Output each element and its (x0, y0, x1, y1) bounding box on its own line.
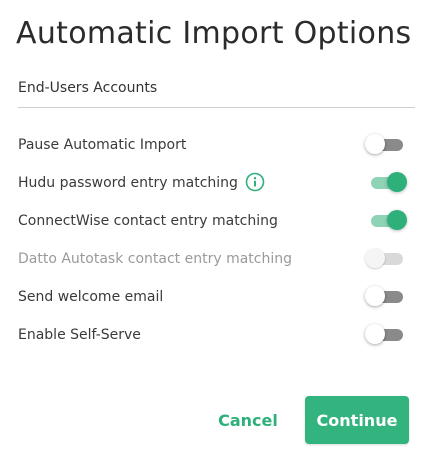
dialog-title: Automatic Import Options (16, 16, 412, 51)
option-label: Send welcome email (18, 289, 164, 305)
hudu-password-entry-matching-toggle[interactable] (369, 172, 407, 192)
continue-button[interactable]: Continue (305, 396, 409, 444)
toggle-thumb (365, 248, 385, 268)
toggle-thumb (365, 286, 385, 306)
toggle-thumb (365, 134, 385, 154)
send-welcome-email-toggle[interactable] (365, 286, 403, 306)
option-datto-autotask-contact-entry-matching: Datto Autotask contact entry matching (18, 247, 405, 271)
automatic-import-options-dialog: Automatic Import Options End-Users Accou… (0, 0, 427, 462)
option-label: ConnectWise contact entry matching (18, 213, 278, 229)
option-label: Pause Automatic Import (18, 137, 187, 153)
option-enable-self-serve: Enable Self-Serve (18, 323, 405, 347)
enable-self-serve-toggle[interactable] (365, 324, 403, 344)
pause-automatic-import-toggle[interactable] (365, 134, 403, 154)
toggle-thumb (365, 324, 385, 344)
option-label: Hudu password entry matching (18, 175, 238, 191)
option-connectwise-contact-entry-matching: ConnectWise contact entry matching (18, 209, 407, 233)
info-icon[interactable] (245, 172, 265, 192)
section-divider (18, 107, 415, 108)
option-label: Enable Self-Serve (18, 327, 141, 343)
toggle-thumb (387, 210, 407, 230)
toggle-thumb (387, 172, 407, 192)
connectwise-contact-entry-matching-toggle[interactable] (369, 210, 407, 230)
option-send-welcome-email: Send welcome email (18, 285, 405, 309)
option-label: Datto Autotask contact entry matching (18, 251, 293, 267)
option-pause-automatic-import: Pause Automatic Import (18, 133, 405, 157)
option-hudu-password-entry-matching: Hudu password entry matching (18, 171, 407, 195)
cancel-button[interactable]: Cancel (212, 404, 284, 436)
datto-autotask-contact-entry-matching-toggle (365, 248, 403, 268)
section-header: End-Users Accounts (18, 80, 158, 96)
